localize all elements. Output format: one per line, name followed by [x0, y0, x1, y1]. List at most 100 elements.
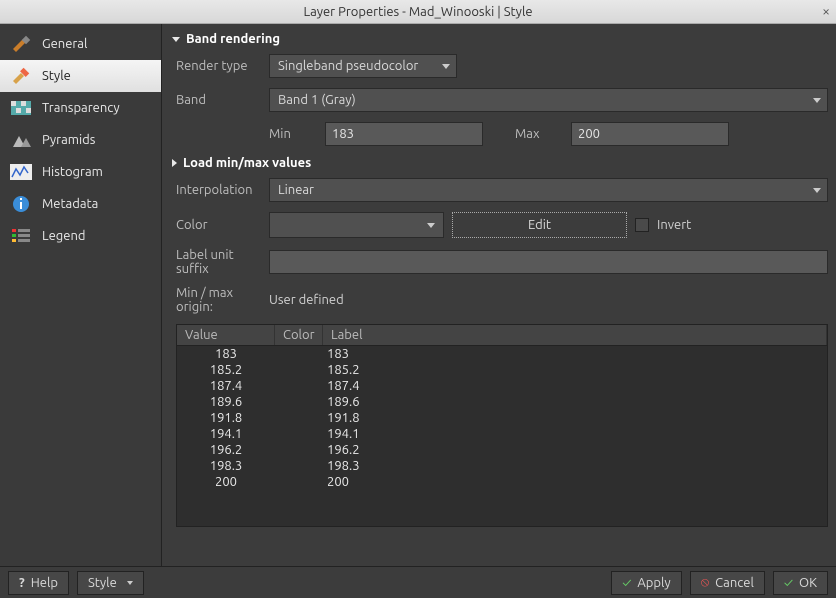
histogram-icon: [10, 163, 32, 181]
labelunit-label: Label unit suffix: [176, 248, 261, 276]
close-icon[interactable]: ×: [822, 3, 830, 19]
th-color[interactable]: Color: [275, 325, 323, 345]
interpolation-value: Linear: [278, 183, 314, 197]
band-select[interactable]: Band 1 (Gray): [269, 88, 828, 112]
help-icon: ?: [19, 576, 25, 590]
dialog-footer: ? Help Style ✓ Apply ⦸ Cancel ✓ OK: [0, 566, 836, 598]
edit-button[interactable]: Edit: [452, 212, 627, 238]
color-label: Color: [176, 218, 261, 232]
table-header: Value Color Label: [177, 325, 827, 346]
brush-icon: [10, 67, 32, 85]
chevron-down-icon: [813, 98, 821, 103]
help-button[interactable]: ? Help: [8, 571, 69, 595]
check-icon: ✓: [784, 576, 793, 590]
sidebar-item-label: General: [42, 37, 87, 51]
color-ramp-button[interactable]: [269, 212, 444, 238]
sidebar-item-label: Style: [42, 69, 71, 83]
render-type-select[interactable]: Singleband pseudocolor: [269, 54, 457, 78]
cell-label: 196.2: [323, 443, 827, 457]
band-label: Band: [176, 93, 261, 107]
cell-color: [275, 379, 323, 393]
cell-label: 187.4: [323, 379, 827, 393]
table-row[interactable]: 194.1 194.1: [177, 426, 827, 442]
max-input[interactable]: [571, 122, 729, 146]
section-band-rendering[interactable]: Band rendering: [172, 32, 834, 46]
style-menu-button[interactable]: Style: [77, 571, 144, 595]
invert-label: Invert: [657, 218, 691, 232]
ok-button[interactable]: ✓ OK: [773, 571, 828, 595]
cell-color: [275, 363, 323, 377]
cancel-button[interactable]: ⦸ Cancel: [690, 571, 765, 595]
sidebar-item-label: Transparency: [42, 101, 120, 115]
band-value: Band 1 (Gray): [278, 93, 356, 107]
cell-label: 194.1: [323, 427, 827, 441]
sidebar-item-general[interactable]: General: [0, 28, 161, 60]
sidebar-item-label: Legend: [42, 229, 85, 243]
sidebar-item-metadata[interactable]: Metadata: [0, 188, 161, 220]
cell-value: 187.4: [177, 379, 275, 393]
chevron-down-icon: [427, 223, 435, 228]
max-label: Max: [515, 127, 563, 141]
table-body[interactable]: 183183185.2185.2187.4187.4189.6189.6191.…: [177, 346, 827, 526]
cell-value: 183: [177, 347, 275, 361]
check-icon: ✓: [622, 576, 631, 590]
table-row[interactable]: 196.2 196.2: [177, 442, 827, 458]
cell-label: 185.2: [323, 363, 827, 377]
interpolation-label: Interpolation: [176, 183, 261, 197]
sidebar-item-style[interactable]: Style: [0, 60, 161, 92]
invert-checkbox[interactable]: [635, 218, 649, 232]
table-row[interactable]: 191.8 191.8: [177, 410, 827, 426]
cell-color: [275, 427, 323, 441]
table-row[interactable]: 183183: [177, 346, 827, 362]
sidebar-item-label: Metadata: [42, 197, 98, 211]
min-input[interactable]: [325, 122, 483, 146]
cell-label: 198.3: [323, 459, 827, 473]
sidebar-item-transparency[interactable]: Transparency: [0, 92, 161, 124]
cell-color: [275, 459, 323, 473]
chevron-down-icon: [172, 37, 180, 42]
cell-color: [275, 475, 323, 489]
table-row[interactable]: 200 200: [177, 474, 827, 490]
section-title: Load min/max values: [183, 156, 311, 170]
table-row[interactable]: 187.4 187.4: [177, 378, 827, 394]
cell-value: 194.1: [177, 427, 275, 441]
sidebar-item-pyramids[interactable]: Pyramids: [0, 124, 161, 156]
main-panel: Band rendering Render type Singleband ps…: [162, 24, 836, 566]
cancel-icon: ⦸: [701, 575, 709, 590]
interpolation-select[interactable]: Linear: [269, 178, 828, 202]
cell-color: [275, 395, 323, 409]
cell-value: 196.2: [177, 443, 275, 457]
apply-button[interactable]: ✓ Apply: [611, 571, 681, 595]
window-title: Layer Properties - Mad_Winooski | Style: [303, 5, 532, 19]
cell-color: [275, 411, 323, 425]
table-row[interactable]: 198.3198.3: [177, 458, 827, 474]
chevron-down-icon: [442, 64, 450, 69]
cell-label: 189.6: [323, 395, 827, 409]
th-label[interactable]: Label: [323, 325, 827, 345]
section-load-minmax[interactable]: Load min/max values: [172, 156, 834, 170]
table-row[interactable]: 189.6 189.6: [177, 394, 827, 410]
labelunit-input[interactable]: [269, 250, 828, 274]
sidebar-item-label: Pyramids: [42, 133, 95, 147]
window-titlebar: Layer Properties - Mad_Winooski | Style …: [0, 0, 836, 24]
chevron-right-icon: [172, 159, 177, 167]
chevron-down-icon: [813, 188, 821, 193]
sidebar-item-histogram[interactable]: Histogram: [0, 156, 161, 188]
section-title: Band rendering: [186, 32, 280, 46]
cell-label: 191.8: [323, 411, 827, 425]
sidebar-item-label: Histogram: [42, 165, 103, 179]
pyramids-icon: [10, 131, 32, 149]
cell-value: 191.8: [177, 411, 275, 425]
cell-value: 189.6: [177, 395, 275, 409]
render-type-value: Singleband pseudocolor: [278, 59, 418, 73]
cell-value: 200: [177, 475, 275, 489]
th-value[interactable]: Value: [177, 325, 275, 345]
render-type-label: Render type: [176, 59, 261, 73]
cell-color: [275, 347, 323, 361]
minmaxorigin-value: User defined: [269, 293, 344, 307]
cell-label: 200: [323, 475, 827, 489]
table-row[interactable]: 185.2185.2: [177, 362, 827, 378]
chevron-down-icon: [127, 581, 133, 585]
sidebar-item-legend[interactable]: Legend: [0, 220, 161, 252]
minmaxorigin-label: Min / max origin:: [176, 286, 261, 314]
